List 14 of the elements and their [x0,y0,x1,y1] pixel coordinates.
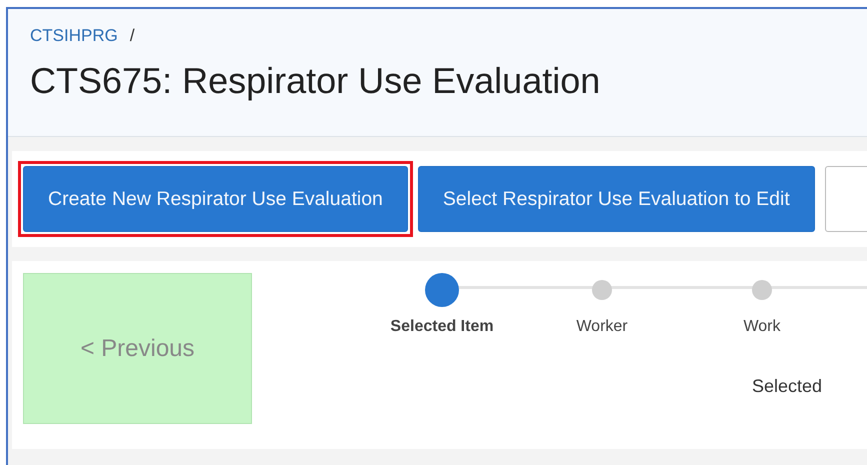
outline-button[interactable] [824,166,867,232]
step-label: Work [743,318,781,336]
action-button[interactable]: Create New Respirator Use Evaluation [23,166,408,232]
step-label: Worker [576,318,628,336]
previous-button[interactable]: < Previous [23,273,252,424]
page-title: CTS675: Respirator Use Evaluation [30,60,602,102]
breadcrumb-link[interactable]: CTSIHPRG [30,26,118,46]
step-label: Selected Item [390,318,494,336]
breadcrumb-separator: / [130,26,135,46]
step-dot[interactable] [752,280,772,300]
action-button[interactable]: Select Respirator Use Evaluation to Edit [418,166,815,232]
step-dot[interactable] [592,280,612,300]
content-text: Selected [752,376,824,397]
step-dot[interactable] [425,273,459,307]
